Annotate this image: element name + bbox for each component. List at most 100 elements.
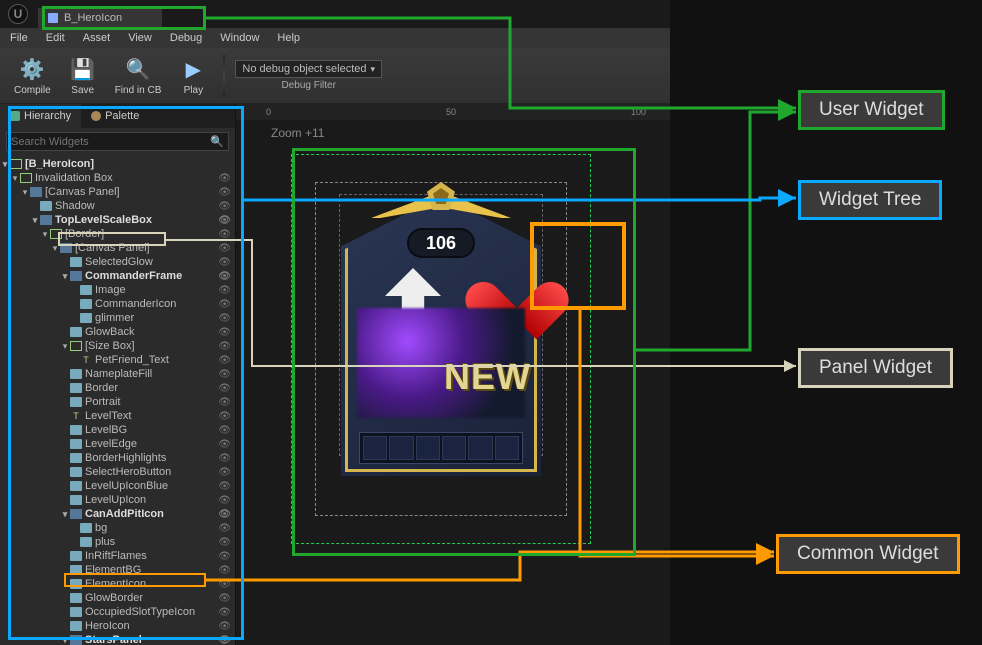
menu-edit[interactable]: Edit (46, 32, 65, 44)
expand-toggle-icon[interactable]: ▾ (60, 341, 70, 352)
visibility-eye-icon[interactable]: 👁 (218, 173, 231, 184)
visibility-eye-icon[interactable]: 👁 (218, 341, 231, 352)
visibility-eye-icon[interactable]: 👁 (218, 509, 231, 520)
tree-row[interactable]: ▾StarsPanel👁 (0, 633, 235, 645)
tree-row[interactable]: SelectedGlow👁 (0, 255, 235, 269)
visibility-eye-icon[interactable]: 👁 (218, 453, 231, 464)
tree-row[interactable]: ▾Invalidation Box👁 (0, 171, 235, 185)
magnifier-icon: 🔍 (124, 55, 152, 83)
tree-row[interactable]: glimmer👁 (0, 311, 235, 325)
search-input[interactable] (11, 136, 206, 148)
tree-row[interactable]: ▾CommanderFrame👁 (0, 269, 235, 283)
tree-row[interactable]: NameplateFill👁 (0, 367, 235, 381)
expand-toggle-icon[interactable]: ▾ (10, 173, 20, 184)
visibility-eye-icon[interactable]: 👁 (218, 607, 231, 618)
menu-file[interactable]: File (10, 32, 28, 44)
tree-row[interactable]: Border👁 (0, 381, 235, 395)
visibility-eye-icon[interactable]: 👁 (218, 229, 231, 240)
tree-row[interactable]: ElementBG👁 (0, 563, 235, 577)
tree-row[interactable]: ▾[B_HeroIcon] (0, 157, 235, 171)
menu-help[interactable]: Help (277, 32, 300, 44)
tree-row[interactable]: ▾[Size Box]👁 (0, 339, 235, 353)
visibility-eye-icon[interactable]: 👁 (218, 215, 231, 226)
visibility-eye-icon[interactable]: 👁 (218, 495, 231, 506)
menu-debug[interactable]: Debug (170, 32, 202, 44)
tree-row[interactable]: ▾[Canvas Panel]👁 (0, 185, 235, 199)
tree-row[interactable]: LevelText👁 (0, 409, 235, 423)
visibility-eye-icon[interactable]: 👁 (218, 327, 231, 338)
expand-toggle-icon[interactable]: ▾ (60, 509, 70, 520)
visibility-eye-icon[interactable]: 👁 (218, 411, 231, 422)
visibility-eye-icon[interactable]: 👁 (218, 313, 231, 324)
visibility-eye-icon[interactable]: 👁 (218, 201, 231, 212)
visibility-eye-icon[interactable]: 👁 (218, 285, 231, 296)
compile-button[interactable]: ⚙️ Compile (8, 53, 57, 98)
play-button[interactable]: ▶ Play (173, 53, 213, 98)
visibility-eye-icon[interactable]: 👁 (218, 425, 231, 436)
visibility-eye-icon[interactable]: 👁 (218, 635, 231, 645)
menu-window[interactable]: Window (220, 32, 259, 44)
tree-row[interactable]: SelectHeroButton👁 (0, 465, 235, 479)
visibility-eye-icon[interactable]: 👁 (218, 523, 231, 534)
visibility-eye-icon[interactable]: 👁 (218, 271, 231, 282)
tree-row[interactable]: GlowBack👁 (0, 325, 235, 339)
visibility-eye-icon[interactable]: 👁 (218, 467, 231, 478)
visibility-eye-icon[interactable]: 👁 (218, 299, 231, 310)
visibility-eye-icon[interactable]: 👁 (218, 397, 231, 408)
expand-toggle-icon[interactable]: ▾ (40, 229, 50, 240)
visibility-eye-icon[interactable]: 👁 (218, 593, 231, 604)
visibility-eye-icon[interactable]: 👁 (218, 551, 231, 562)
expand-toggle-icon[interactable]: ▾ (50, 243, 60, 254)
find-in-cb-button[interactable]: 🔍 Find in CB (109, 53, 168, 98)
tree-row[interactable]: Portrait👁 (0, 395, 235, 409)
visibility-eye-icon[interactable]: 👁 (218, 537, 231, 548)
tree-row[interactable]: ▾CanAddPitIcon👁 (0, 507, 235, 521)
search-widgets[interactable]: 🔍 (6, 132, 229, 151)
tree-row[interactable]: plus👁 (0, 535, 235, 549)
widget-tree[interactable]: ▾[B_HeroIcon]▾Invalidation Box👁▾[Canvas … (0, 155, 235, 645)
tree-row[interactable]: ▾[Canvas Panel]👁 (0, 241, 235, 255)
visibility-eye-icon[interactable]: 👁 (218, 565, 231, 576)
tree-row[interactable]: bg👁 (0, 521, 235, 535)
visibility-eye-icon[interactable]: 👁 (218, 439, 231, 450)
visibility-eye-icon[interactable]: 👁 (218, 481, 231, 492)
expand-toggle-icon[interactable]: ▾ (20, 187, 30, 198)
tree-row[interactable]: ▾ [Border] 👁 (0, 227, 235, 241)
tab-palette[interactable]: Palette (81, 104, 149, 128)
tab-hierarchy[interactable]: Hierarchy (0, 104, 81, 128)
tree-row[interactable]: LevelUpIcon👁 (0, 493, 235, 507)
visibility-eye-icon[interactable]: 👁 (218, 621, 231, 632)
visibility-eye-icon[interactable]: 👁 (218, 187, 231, 198)
visibility-eye-icon[interactable]: 👁 (218, 579, 231, 590)
expand-toggle-icon[interactable]: ▾ (60, 635, 70, 645)
tree-row[interactable]: CommanderIcon👁 (0, 297, 235, 311)
tree-row[interactable]: Image👁 (0, 283, 235, 297)
tree-row[interactable]: LevelBG👁 (0, 423, 235, 437)
tree-row[interactable]: BorderHighlights👁 (0, 451, 235, 465)
visibility-eye-icon[interactable]: 👁 (218, 243, 231, 254)
tree-row[interactable]: ElementIcon👁 (0, 577, 235, 591)
asset-tab[interactable]: B_HeroIcon (38, 8, 162, 28)
expand-toggle-icon[interactable]: ▾ (60, 271, 70, 282)
designer-viewport[interactable]: 0 50 100 Zoom +11 106 (236, 104, 670, 645)
visibility-eye-icon[interactable]: 👁 (218, 369, 231, 380)
visibility-eye-icon[interactable]: 👁 (218, 383, 231, 394)
tree-row[interactable]: GlowBorder👁 (0, 591, 235, 605)
visibility-eye-icon[interactable]: 👁 (218, 257, 231, 268)
tree-row[interactable]: Shadow👁 (0, 199, 235, 213)
visibility-eye-icon[interactable]: 👁 (218, 355, 231, 366)
menu-view[interactable]: View (128, 32, 152, 44)
tree-row[interactable]: InRiftFlames👁 (0, 549, 235, 563)
tree-item-label: [Border] (65, 228, 104, 240)
expand-toggle-icon[interactable]: ▾ (0, 159, 10, 170)
menu-asset[interactable]: Asset (83, 32, 111, 44)
tree-row[interactable]: LevelEdge👁 (0, 437, 235, 451)
tree-row[interactable]: OccupiedSlotTypeIcon👁 (0, 605, 235, 619)
save-button[interactable]: 💾 Save (63, 53, 103, 98)
tree-row[interactable]: PetFriend_Text👁 (0, 353, 235, 367)
tree-row[interactable]: ▾TopLevelScaleBox👁 (0, 213, 235, 227)
expand-toggle-icon[interactable]: ▾ (30, 215, 40, 226)
tree-row[interactable]: LevelUpIconBlue👁 (0, 479, 235, 493)
debug-object-dropdown[interactable]: No debug object selected (235, 60, 382, 78)
tree-row[interactable]: HeroIcon👁 (0, 619, 235, 633)
